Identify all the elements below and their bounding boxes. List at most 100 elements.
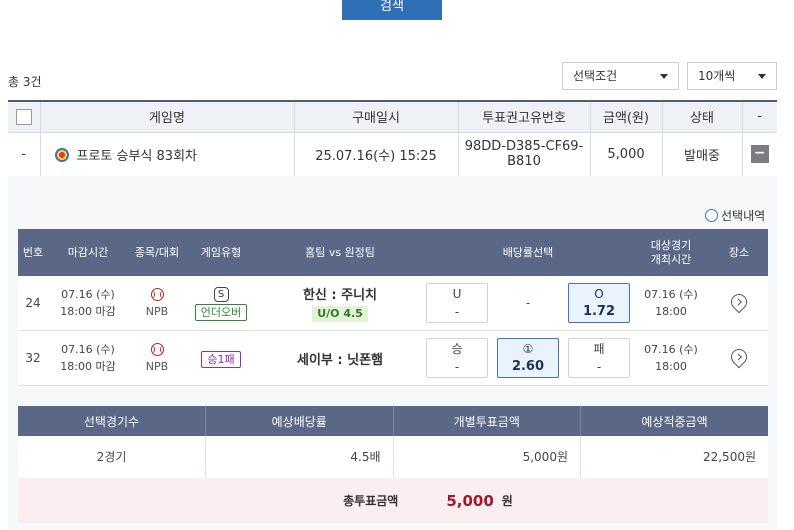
col-match-time: 대상경기 개최시간	[632, 239, 710, 267]
sport: NPB	[128, 288, 186, 318]
row-index: -	[8, 132, 40, 177]
odds-value: 1.72	[582, 304, 616, 319]
venue	[710, 345, 768, 368]
odds-label: ①	[522, 342, 534, 356]
bet-detail-table: 번호 마감시간 종목/대회 게임유형 홈팀 vs 원정팀 배당률선택 대상경기 …	[18, 229, 768, 386]
baseball-icon	[150, 343, 164, 356]
table-row: 2경기 4.5배 5,000원 22,500원	[18, 436, 768, 479]
total-bet-bar: 총투표금액 5,000 원	[18, 478, 768, 523]
bet-summary-header: 선택경기수 예상배당률 개별투표금액 예상적중금액	[18, 406, 768, 436]
odds-label: 패	[593, 342, 605, 356]
sport: NPB	[128, 343, 186, 373]
total-bet-unit: 원	[501, 494, 513, 508]
league: NPB	[145, 360, 169, 373]
teams-cell: 한신 : 주니치 U/O 4.5	[256, 284, 424, 322]
select-all-checkbox[interactable]	[15, 108, 32, 125]
match-date: 07.16 (수)	[644, 288, 698, 301]
ticket-number: 98DD-D385-CF69-B810	[457, 132, 590, 177]
special-badge: S	[213, 286, 229, 302]
page-size-select[interactable]: 10개씩	[687, 62, 777, 90]
condition-select[interactable]: 선택조건	[562, 62, 679, 90]
selected-count: 2경기	[18, 436, 206, 479]
col-teams: 홈팀 vs 원정팀	[305, 245, 375, 259]
col-deadline: 마감시간	[67, 245, 109, 259]
radio-circle-icon	[705, 209, 718, 222]
odds-option-under[interactable]: U -	[426, 283, 488, 323]
match-date: 07.16 (수)	[644, 343, 698, 356]
teams-cell: 세이부 : 닛폰햄	[256, 349, 424, 368]
col-bet-amount: 개별투표금액	[392, 406, 581, 436]
odds-option-over[interactable]: O 1.72	[568, 283, 630, 323]
selection-history-toggle[interactable]: 선택내역	[705, 207, 765, 224]
collapse-button[interactable]: −	[750, 145, 769, 163]
teams: 세이부 : 닛폰햄	[296, 352, 383, 368]
col-toggle: -	[741, 100, 777, 133]
deadline: 07.16 (수) 18:00 마감	[48, 286, 128, 320]
game-name: 프로토 승부식 83회차	[76, 148, 198, 164]
odds-option-empty: -	[497, 283, 559, 323]
deadline-time: 18:00 마감	[60, 360, 116, 373]
total-count: 총 3건	[8, 75, 42, 89]
expected-odds: 4.5배	[205, 436, 393, 479]
location-icon[interactable]	[727, 345, 751, 368]
odds-option-handicap-win[interactable]: ① 2.60	[497, 338, 559, 378]
deadline: 07.16 (수) 18:00 마감	[48, 341, 128, 375]
baseball-icon	[150, 288, 164, 301]
bet-summary-table: 선택경기수 예상배당률 개별투표금액 예상적중금액 2경기 4.5배 5,000…	[18, 406, 768, 479]
search-button[interactable]: 검색	[342, 0, 442, 20]
col-sport: 종목/대회	[134, 245, 180, 259]
odds-value: -	[596, 360, 602, 374]
league: NPB	[145, 305, 169, 318]
teams: 한신 : 주니치	[302, 288, 378, 303]
table-row: 32 07.16 (수) 18:00 마감 NPB 승1패 세이부 : 닛폰햄 …	[18, 331, 768, 386]
select-all-checkbox-cell	[8, 100, 40, 133]
col-odds: 배당률선택	[502, 245, 554, 259]
purchase-time: 25.07.16(수) 15:25	[293, 132, 458, 177]
chevron-down-icon	[758, 74, 766, 79]
match-hour: 18:00	[655, 360, 687, 373]
col-type: 게임유형	[200, 245, 242, 259]
handicap-tag: U/O 4.5	[312, 306, 368, 322]
odds-selection: 승 - ① 2.60 패 -	[424, 338, 632, 378]
match-hour: 18:00	[655, 305, 687, 318]
col-match-time-line2: 개최시간	[650, 252, 692, 266]
odds-label: 승	[451, 342, 463, 356]
table-row[interactable]: - 프로토 승부식 83회차 25.07.16(수) 15:25 98DD-D3…	[8, 132, 777, 177]
odds-label: U	[452, 287, 462, 301]
match-time: 07.16 (수) 18:00	[632, 286, 710, 320]
expected-payout: 22,500원	[580, 436, 768, 479]
col-status: 상태	[661, 100, 742, 133]
match-no: 32	[25, 351, 41, 365]
col-game-name: 게임명	[39, 100, 294, 133]
deadline-date: 07.16 (수)	[61, 288, 115, 301]
odds-value: 2.60	[511, 359, 545, 374]
col-selected-count: 선택경기수	[18, 406, 206, 436]
page-size-select-value: 10개씩	[698, 69, 736, 83]
game-name-cell: 프로토 승부식 83회차	[39, 132, 294, 177]
odds-option-lose[interactable]: 패 -	[568, 338, 630, 378]
col-amount: 금액(원)	[589, 100, 662, 133]
amount: 5,000	[589, 132, 662, 177]
total-bet-label: 총투표금액	[343, 494, 399, 508]
bet-detail-header: 번호 마감시간 종목/대회 게임유형 홈팀 vs 원정팀 배당률선택 대상경기 …	[18, 229, 768, 276]
deadline-time: 18:00 마감	[60, 305, 116, 318]
odds-option-win[interactable]: 승 -	[426, 338, 488, 378]
match-time: 07.16 (수) 18:00	[632, 341, 710, 375]
col-expected-odds: 예상배당률	[205, 406, 393, 436]
col-purchase-time: 구매일시	[293, 100, 458, 133]
col-venue: 장소	[728, 245, 750, 259]
bet-amount: 5,000원	[392, 436, 581, 479]
game-type-badge: 언더오버	[194, 303, 248, 321]
game-type: 승1패	[186, 349, 256, 368]
col-expected-payout: 예상적중금액	[580, 406, 768, 436]
deadline-date: 07.16 (수)	[61, 343, 115, 356]
toggle-cell: −	[741, 132, 777, 177]
game-type: S 언더오버	[186, 286, 256, 321]
total-bet-value: 5,000	[446, 491, 494, 510]
col-ticket-no: 투표권고유번호	[457, 100, 590, 133]
odds-label: -	[525, 296, 531, 310]
location-icon[interactable]	[727, 290, 751, 313]
proto-logo-icon	[54, 147, 69, 162]
status: 발매중	[661, 132, 742, 177]
condition-select-value: 선택조건	[573, 69, 618, 83]
